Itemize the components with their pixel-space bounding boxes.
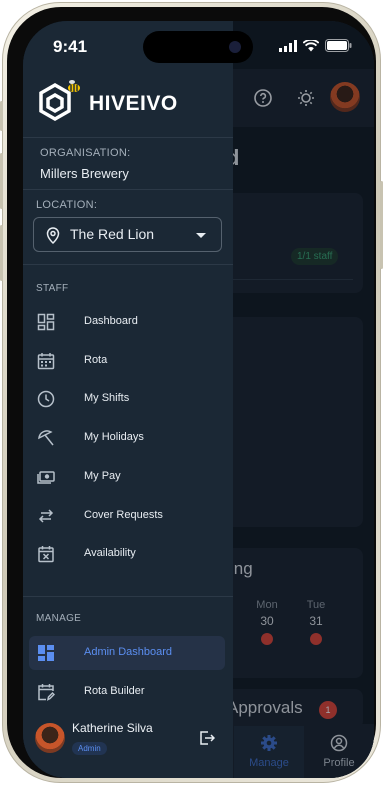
calendar-x-icon	[38, 546, 54, 563]
nav-item-label: Dashboard	[84, 315, 138, 327]
nav-item-label: My Shifts	[84, 392, 130, 404]
nav-item-dashboard[interactable]: Dashboard	[29, 305, 225, 339]
divider	[23, 596, 233, 597]
divider	[23, 137, 233, 138]
nav-item-cover-requests[interactable]: Cover Requests	[29, 499, 225, 533]
location-value: The Red Lion	[70, 226, 155, 242]
nav-item-my-shifts[interactable]: My Shifts	[29, 382, 225, 416]
user-name: Katherine Silva	[72, 721, 153, 735]
nav-item-availability[interactable]: Availability	[29, 537, 225, 571]
nav-item-admin-dashboard[interactable]: Admin Dashboard	[29, 636, 225, 670]
screen: d 1/1 staff ing Mon 30 Tue 31 Approvals …	[23, 21, 374, 778]
logout-icon[interactable]	[199, 730, 215, 746]
hive-logo-icon	[39, 80, 80, 122]
nav-item-label: Cover Requests	[84, 509, 163, 521]
nav-item-label: Admin Dashboard	[84, 646, 173, 658]
phone-frame: d 1/1 staff ing Mon 30 Tue 31 Approvals …	[0, 2, 383, 783]
nav-item-rota-builder[interactable]: Rota Builder	[29, 675, 225, 709]
dashboard-icon	[37, 313, 55, 331]
status-icons	[279, 39, 352, 52]
manage-section-label: MANAGE	[36, 613, 82, 624]
calendar-icon	[37, 353, 55, 370]
beach-umbrella-icon	[38, 430, 54, 446]
nav-item-my-pay[interactable]: My Pay	[29, 460, 225, 494]
nav-item-label: Availability	[84, 547, 136, 559]
location-label: LOCATION:	[36, 199, 98, 211]
signal-icon	[279, 39, 297, 52]
organisation-label: ORGANISATION:	[40, 147, 131, 159]
swap-icon	[38, 509, 54, 523]
dynamic-island	[143, 31, 253, 63]
nav-item-label: My Holidays	[84, 431, 144, 443]
volume-down-button	[0, 225, 3, 281]
mute-switch	[0, 101, 3, 131]
nav-item-label: Rota Builder	[84, 685, 145, 697]
status-time: 9:41	[53, 37, 88, 56]
brand-logo[interactable]: HIVEIVO	[37, 79, 187, 131]
brand-name: HIVEIVO	[89, 92, 178, 115]
avatar[interactable]	[35, 723, 65, 753]
divider	[23, 189, 233, 190]
role-badge: Admin	[72, 742, 107, 755]
grid-icon	[38, 645, 54, 661]
clock-icon	[37, 390, 55, 408]
location-pin-icon	[46, 227, 60, 244]
user-profile-row[interactable]: Katherine Silva Admin	[23, 709, 233, 778]
nav-item-rota[interactable]: Rota	[29, 344, 225, 378]
money-icon	[37, 471, 55, 484]
staff-section-label: STAFF	[36, 283, 69, 294]
nav-drawer: HIVEIVO ORGANISATION: Millers Brewery LO…	[23, 21, 233, 778]
wifi-icon	[303, 39, 319, 51]
volume-up-button	[0, 153, 3, 209]
organisation-name: Millers Brewery	[40, 166, 129, 181]
location-select[interactable]: The Red Lion	[33, 217, 222, 252]
divider	[23, 264, 233, 265]
phone-bezel: d 1/1 staff ing Mon 30 Tue 31 Approvals …	[7, 7, 376, 778]
nav-item-label: My Pay	[84, 470, 121, 482]
battery-icon	[325, 39, 352, 52]
status-bar: 9:41	[23, 21, 374, 73]
nav-item-label: Rota	[84, 354, 108, 366]
chevron-down-icon	[196, 233, 206, 238]
edit-calendar-icon	[38, 684, 55, 701]
nav-item-my-holidays[interactable]: My Holidays	[29, 421, 225, 455]
